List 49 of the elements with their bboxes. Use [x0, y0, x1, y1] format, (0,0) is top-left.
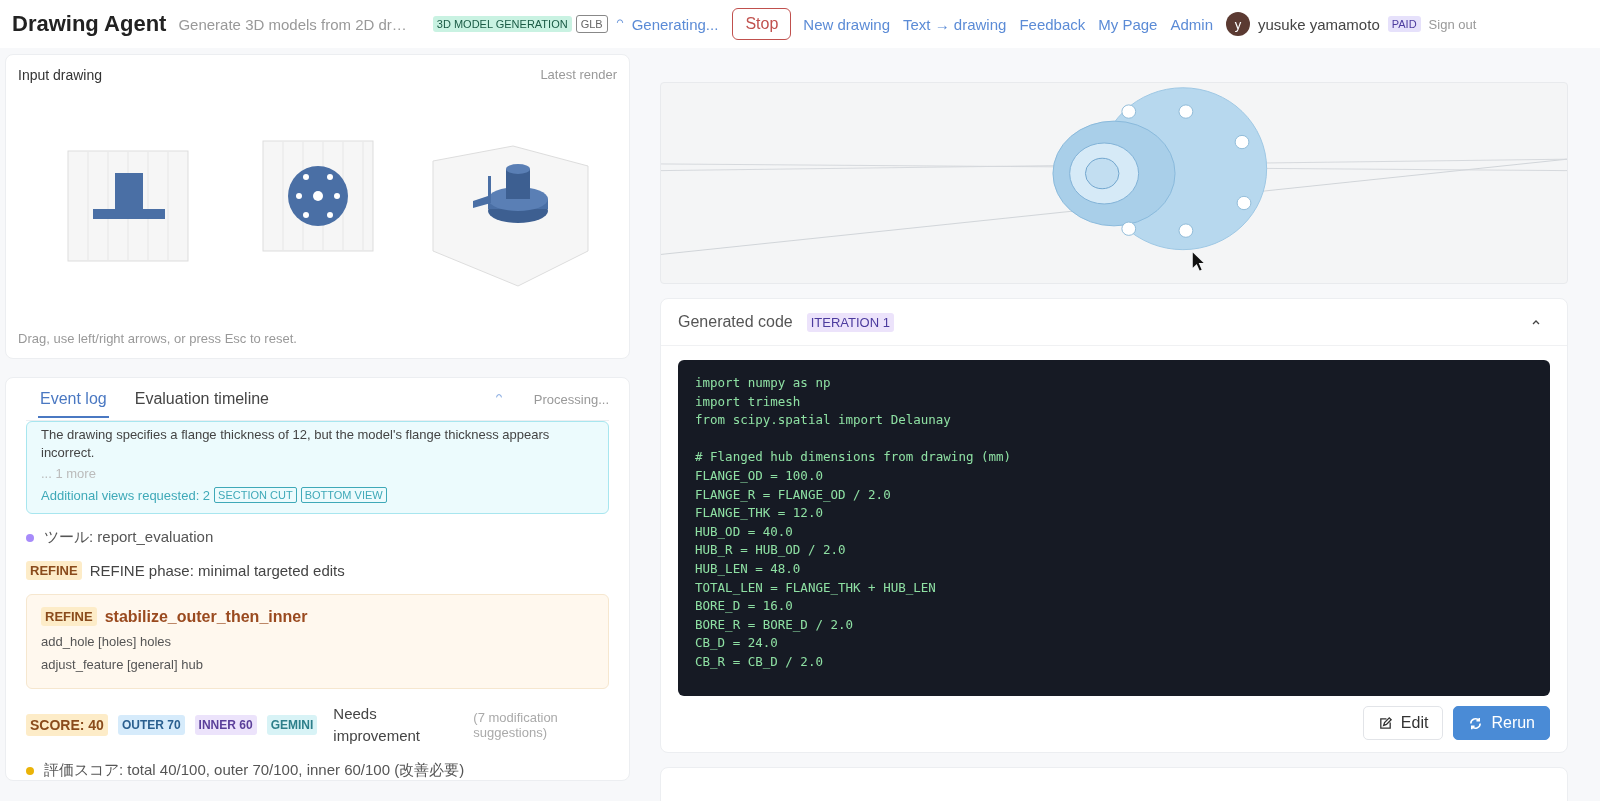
- generating-status: Generating...: [631, 15, 719, 33]
- views-requested-text: Additional views requested: 2: [41, 487, 211, 503]
- score-tag: INNER 60: [194, 715, 257, 735]
- notice-text: The drawing specifies a flange thickness of 12, but the model's flange thickness appears incorrect.: [41, 426, 551, 462]
- nav-link[interactable]: Feedback: [1019, 15, 1086, 33]
- score-tag: SCORE: 40: [26, 714, 108, 736]
- app-title: Drawing Agent: [12, 11, 167, 37]
- stop-button[interactable]: Stop: [732, 8, 792, 40]
- card-title: Generated code: [678, 313, 793, 331]
- nav-link[interactable]: Text → drawing: [903, 15, 1007, 33]
- iteration-badge: ITERATION 1: [806, 312, 894, 332]
- user-name: yusuke yamamoto: [1258, 15, 1380, 33]
- score-tag: GEMINI: [266, 715, 318, 735]
- code-action-button[interactable]: Rerun: [1453, 706, 1550, 740]
- phase-tag: REFINE: [26, 561, 82, 580]
- plan-item: adjust_feature [general] hub: [41, 656, 204, 674]
- plan-item: add_hole [holes] holes: [41, 633, 173, 651]
- edit-icon: [1377, 715, 1393, 731]
- refresh-icon: [1468, 715, 1484, 731]
- code-block: import numpy as np import trimesh from scipy.spatial import Delaunay # Flanged hub dimensions from drawing (mm) FLANGE_OD = 100.0 FLANGE_R = FLANGE_OD / 2.0 FLANGE_THK = 12.0 HUB_OD = 40.0 HUB_R = HUB_OD / 2.0 HUB_LEN = 48.0 TOTAL_LEN = FLANGE_THK + HUB_LEN BORE_D = 16.0 BORE_R = BORE_D / 2.0 CB_D = 24.0 CB_R = CB_D / 2.0: [678, 360, 1550, 696]
- log-tab[interactable]: Event log: [38, 380, 109, 418]
- view-tag: BOTTOM VIEW: [300, 487, 387, 503]
- nav-link[interactable]: Admin: [1170, 15, 1213, 33]
- latest-render-label: Latest render: [540, 67, 617, 83]
- collapse-icon[interactable]: [1531, 319, 1541, 325]
- view-tag: SECTION CUT: [214, 487, 297, 503]
- drag-hint: Drag, use left/right arrows, or press Esc to reset.: [18, 331, 298, 346]
- phase-text: REFINE phase: minimal targeted edits: [89, 562, 345, 579]
- log-tab[interactable]: Evaluation timeline: [132, 380, 271, 418]
- verdict-text: Needs improvement: [333, 704, 421, 746]
- plan-title: stabilize_outer_then_inner: [104, 607, 308, 626]
- log-entry-text: ツール: report_evaluation: [44, 528, 214, 547]
- phase-tag: REFINE: [41, 607, 97, 626]
- mode-badge: GLB: [575, 15, 608, 33]
- card-title: Input drawing: [18, 67, 103, 83]
- sign-out-link[interactable]: Sign out: [1428, 16, 1477, 32]
- user-avatar[interactable]: y: [1226, 12, 1250, 36]
- nav-link[interactable]: My Page: [1098, 15, 1158, 33]
- code-action-button[interactable]: Edit: [1362, 706, 1444, 740]
- processing-status: Processing...: [533, 391, 609, 407]
- more-link[interactable]: ... 1 more: [41, 466, 594, 481]
- score-tag: OUTER 70: [117, 715, 185, 735]
- plan-badge: PAID: [1387, 16, 1421, 32]
- cursor-icon: [1192, 252, 1204, 271]
- log-entry-text: 評価スコア: total 40/100, outer 70/100, inner 60/100 (改善必要): [44, 761, 465, 780]
- suggestion-count: (7 modification suggestions): [473, 710, 559, 740]
- app-subtitle: Generate 3D models from 2D dr…: [178, 15, 407, 33]
- mode-badge: 3D MODEL GENERATION: [432, 16, 572, 32]
- nav-link[interactable]: New drawing: [803, 15, 890, 33]
